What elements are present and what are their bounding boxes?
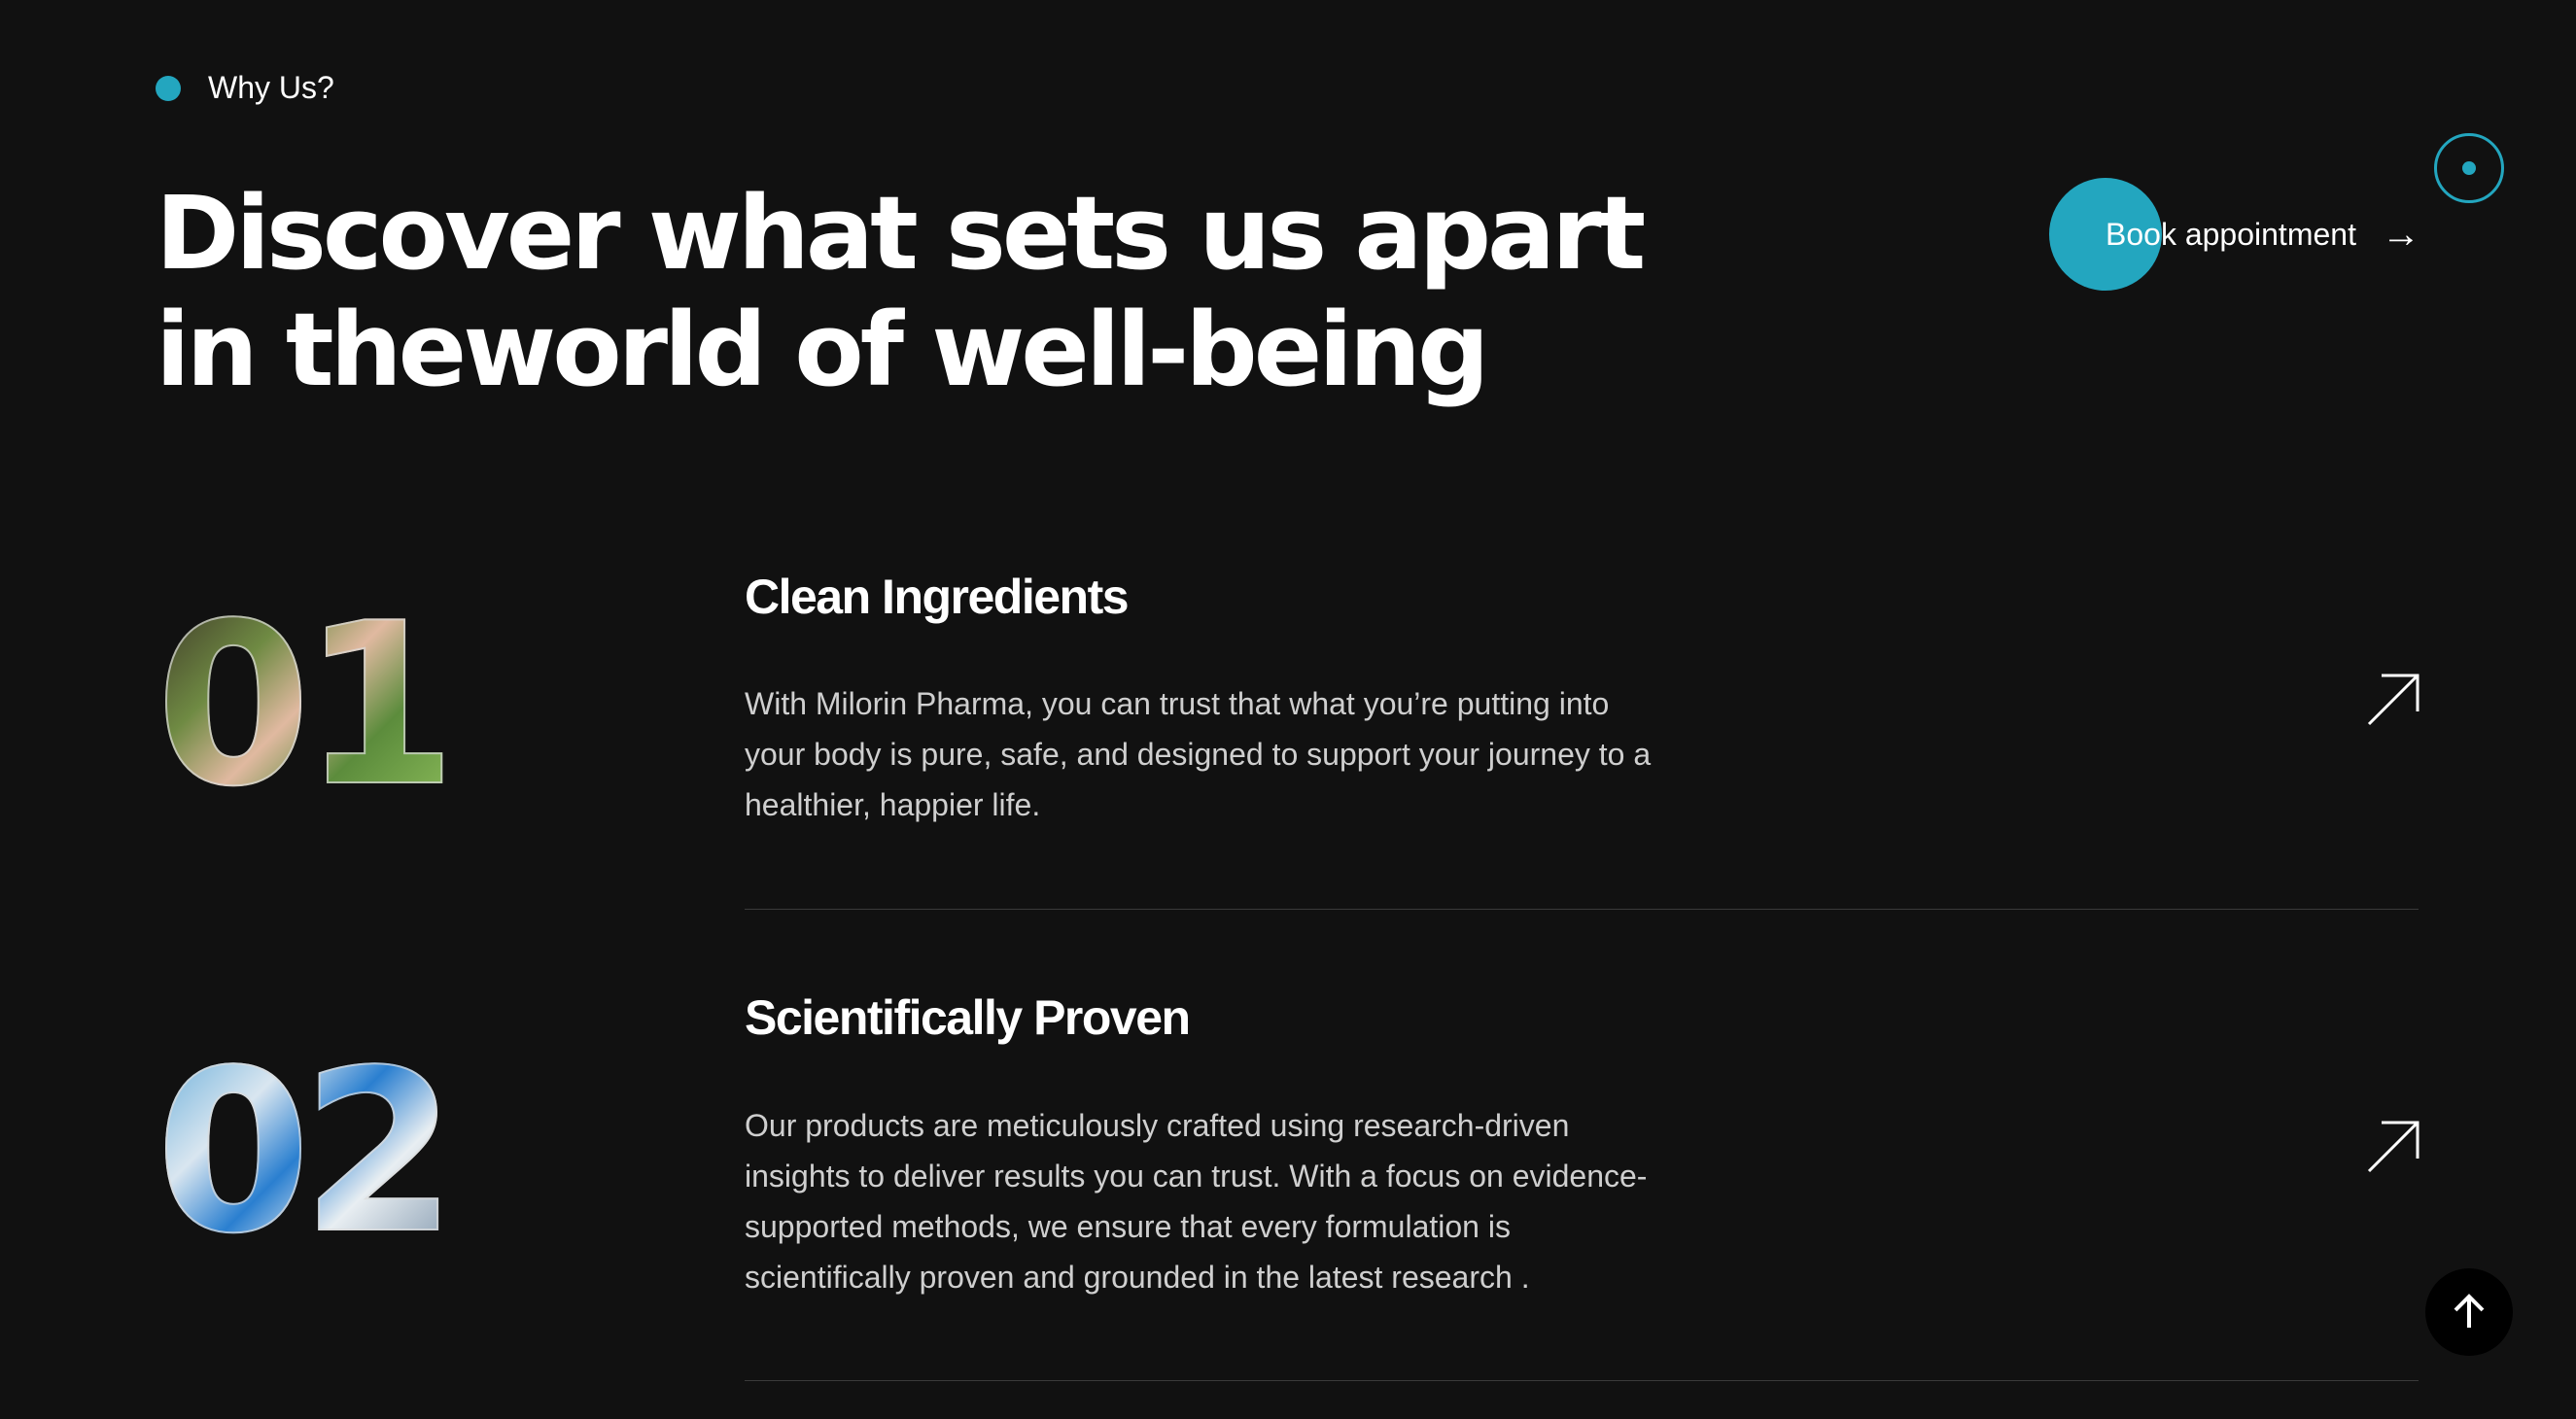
feature-body: Our products are meticulously crafted us… (745, 1108, 1648, 1295)
feature-number: 02 (155, 1023, 458, 1283)
book-appointment-button[interactable]: Book appointment → (2049, 178, 2420, 291)
eyebrow-label: Why Us? (208, 70, 334, 105)
divider (745, 1380, 2419, 1381)
feature-title: Clean Ingredients (745, 570, 1130, 624)
scroll-to-top-button[interactable] (2425, 1268, 2513, 1356)
feature-number: 01 (155, 576, 458, 836)
book-appointment-label: Book appointment (2106, 216, 2356, 252)
arrow-up-right-icon[interactable] (2364, 671, 2422, 729)
feature-body: With Milorin Pharma, you can trust that … (745, 686, 1652, 822)
feature-title: Scientifically Proven (745, 990, 1191, 1045)
arrow-up-right-icon[interactable] (2364, 1118, 2422, 1176)
cursor-ring-icon (2434, 133, 2504, 203)
accent-dot-icon (156, 75, 181, 101)
section-eyebrow: Why Us? (156, 70, 334, 106)
section-heading: Discover what sets us apart in theworld … (156, 174, 1646, 409)
arrow-right-icon: → (2381, 212, 2420, 256)
heading-line-2: in theworld of well-being (156, 291, 1489, 409)
divider (745, 909, 2419, 910)
heading-line-1: Discover what sets us apart (156, 174, 1646, 293)
arrow-up-icon (2454, 1294, 2485, 1328)
